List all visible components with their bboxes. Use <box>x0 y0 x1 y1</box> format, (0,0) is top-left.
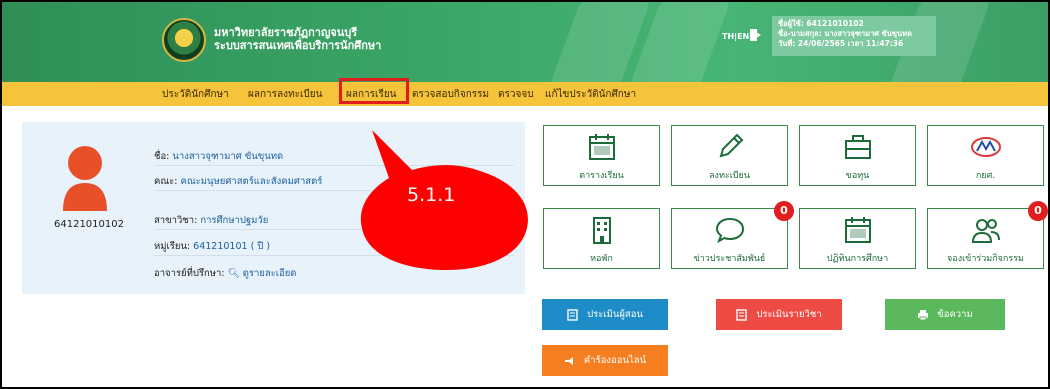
screenshot-frame: มหาวิทยาลัยราชภัฏกาญจนบุรี ระบบสารสนเทศเ… <box>0 0 1050 389</box>
calendar-icon <box>589 134 615 160</box>
online-request-label: คำร้องออนไลน์ <box>583 355 647 366</box>
pencil-icon <box>719 133 744 158</box>
printer-icon <box>918 309 929 320</box>
megaphone-icon <box>564 356 573 365</box>
callout-label: 5.1.1 <box>407 184 456 206</box>
tile-activity-booking[interactable]: จองเข้าร่วมกิจกรรม <box>927 208 1044 269</box>
university-logo[interactable] <box>162 18 206 62</box>
advisor-label: อาจารย์ที่ปรึกษา: <box>154 268 225 279</box>
evaluate-course-button[interactable]: ประเมินรายวิชา <box>716 299 842 330</box>
tile-label: กยศ. <box>975 171 996 181</box>
clipboard-icon <box>567 308 578 321</box>
tile-student-loan[interactable]: กยศ. <box>927 125 1044 186</box>
clipboard-icon <box>736 308 748 321</box>
language-switch[interactable]: TH|EN <box>722 32 749 41</box>
user-name-line: ชื่อ-นามสกุล: นางสาวจุฑามาศ ขันขุนทด <box>778 29 912 38</box>
faculty-value: คณะมนุษยศาสตร์และสังคมศาสตร์ <box>180 176 323 187</box>
evaluate-course-label: ประเมินรายวิชา <box>756 309 822 320</box>
tile-label: ข่าวประชาสัมพันธ์ <box>693 254 766 264</box>
menu-item-graduation-check[interactable]: ตรวจจบ <box>498 87 534 102</box>
activity-count-badge: 0 <box>1028 201 1048 221</box>
menu-item-student-profile[interactable]: ประวัตินักศึกษา <box>162 87 229 102</box>
advisor-link[interactable]: 🔍︎ ดูรายละเอียด <box>228 268 297 279</box>
tile-news[interactable]: ข่าวประชาสัมพันธ์ <box>671 208 788 269</box>
tile-label: ขอทุน <box>845 171 870 181</box>
name-label: ชื่อ: <box>154 151 170 162</box>
messages-button[interactable]: ข้อความ <box>885 299 1005 330</box>
news-count-badge: 0 <box>774 201 794 221</box>
calendar-icon <box>845 217 871 243</box>
site-title[interactable]: มหาวิทยาลัยราชภัฏกาญจนบุรี ระบบสารสนเทศเ… <box>214 26 381 52</box>
faculty-label: คณะ: <box>154 176 178 187</box>
section-label: หมู่เรียน: <box>154 241 191 252</box>
online-request-button[interactable]: คำร้องออนไลน์ <box>542 345 668 376</box>
logout-icon[interactable] <box>749 28 763 42</box>
avatar <box>63 146 107 211</box>
section-value: 641210101 ( ปี ) <box>193 241 271 252</box>
login-date-line: วันที่: 24/06/2565 เวลา 11:47:36 <box>778 39 904 48</box>
briefcase-icon <box>845 135 871 159</box>
tile-class-schedule[interactable]: ตารางเรียน <box>543 125 660 186</box>
tile-label: ตารางเรียน <box>579 171 624 181</box>
evaluate-teacher-button[interactable]: ประเมินผู้สอน <box>542 299 668 330</box>
tile-label: จองเข้าร่วมกิจกรรม <box>947 254 1024 264</box>
advisor-detail-text: ดูรายละเอียด <box>242 268 297 279</box>
tile-label: ลงทะเบียน <box>709 171 750 181</box>
major-value: การศึกษาปฐมวัย <box>200 215 269 226</box>
users-icon <box>971 219 1000 243</box>
system-name: ระบบสารสนเทศเพื่อบริการนักศึกษา <box>214 39 382 52</box>
user-id-line: ชื่อผู้ใช้: 64121010102 <box>778 19 864 28</box>
major-label: สาขาวิชา: <box>154 215 198 226</box>
tile-label: ปฏิทินการศึกษา <box>826 254 889 264</box>
building-icon <box>593 217 611 244</box>
tile-dormitory[interactable]: หอพัก <box>543 208 660 269</box>
menu-item-activity-check[interactable]: ตรวจสอบกิจกรรม <box>412 87 489 102</box>
speech-bubble-icon <box>715 217 745 244</box>
tile-registration[interactable]: ลงทะเบียน <box>671 125 788 186</box>
highlight-box <box>339 78 409 104</box>
student-id: 64121010102 <box>54 219 124 230</box>
search-icon: 🔍︎ <box>227 268 240 279</box>
menu-item-registration-result[interactable]: ผลการลงทะเบียน <box>248 87 322 102</box>
student-loan-fund-logo <box>971 137 1001 157</box>
tile-label: หอพัก <box>590 254 613 264</box>
user-info-box: ชื่อผู้ใช้: 64121010102 ชื่อ-นามสกุล: นา… <box>772 16 936 56</box>
site-header: มหาวิทยาลัยราชภัฏกาญจนบุรี ระบบสารสนเทศเ… <box>2 2 1048 122</box>
menu-item-edit-profile[interactable]: แก้ไขประวัตินักศึกษา <box>545 87 636 102</box>
university-name: มหาวิทยาลัยราชภัฏกาญจนบุรี <box>214 26 358 39</box>
messages-label: ข้อความ <box>937 309 973 320</box>
tile-academic-calendar[interactable]: ปฏิทินการศึกษา <box>799 208 916 269</box>
name-value: นางสาวจุฑามาศ ขันขุนทด <box>172 151 284 162</box>
evaluate-teacher-label: ประเมินผู้สอน <box>587 309 643 320</box>
main-menu: ประวัตินักศึกษา ผลการลงทะเบียน ผลการเรีย… <box>2 82 1048 106</box>
tile-scholarship[interactable]: ขอทุน <box>799 125 916 186</box>
